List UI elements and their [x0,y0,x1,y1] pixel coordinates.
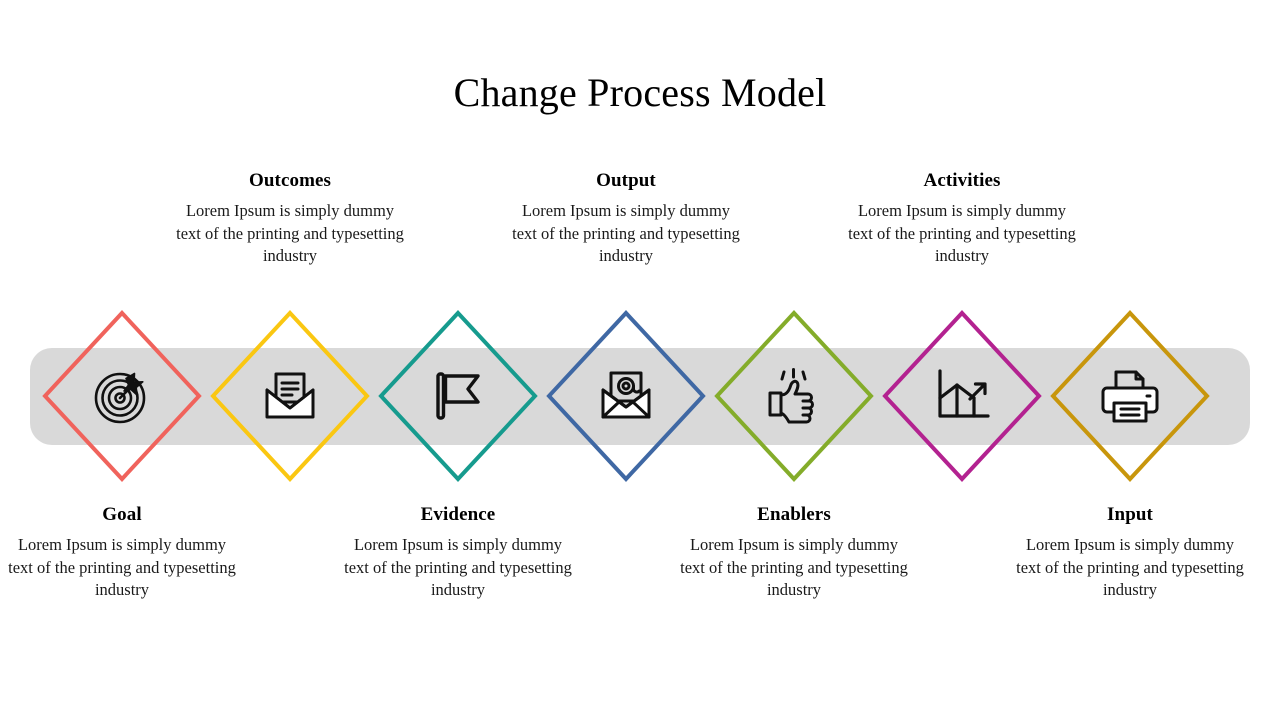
stage-label-output: Output [596,170,656,191]
stage-text-enablers: Enablers Lorem Ipsum is simply dummy tex… [679,504,909,602]
open-envelope-letter-icon [258,364,322,428]
stage-text-evidence: Evidence Lorem Ipsum is simply dummy tex… [343,504,573,602]
stage-label-activities: Activities [923,170,1001,191]
printer-icon [1098,364,1162,428]
flag-icon [426,364,490,428]
stage-body-input: Lorem Ipsum is simply dummy text of the … [1016,534,1244,600]
stage-label-outcomes: Outcomes [248,170,332,191]
stage-text-goal: Goal Lorem Ipsum is simply dummy text of… [7,504,237,602]
diamond-outline-layer [42,310,1210,482]
stage-body-output: Lorem Ipsum is simply dummy text of the … [512,200,740,266]
stage-label-input: Input [1107,504,1153,525]
stage-label-enablers: Enablers [757,504,831,525]
stage-label-goal: Goal [102,504,142,525]
stage-text-input: Input Lorem Ipsum is simply dummy text o… [1015,504,1245,602]
stage-text-output: Output Lorem Ipsum is simply dummy text … [511,170,741,268]
change-process-model-diagram: Goal Lorem Ipsum is simply dummy text of… [0,0,1280,720]
stage-body-enablers: Lorem Ipsum is simply dummy text of the … [680,534,908,600]
target-icon [90,364,154,428]
thumbs-up-icon [762,364,826,428]
email-envelope-at-icon [594,364,658,428]
stage-body-evidence: Lorem Ipsum is simply dummy text of the … [344,534,572,600]
stage-text-outcomes: Outcomes Lorem Ipsum is simply dummy tex… [175,170,405,268]
stage-text-activities: Activities Lorem Ipsum is simply dummy t… [847,170,1077,268]
stage-body-activities: Lorem Ipsum is simply dummy text of the … [848,200,1076,266]
growth-chart-icon [930,364,994,428]
stage-body-outcomes: Lorem Ipsum is simply dummy text of the … [176,200,404,266]
stage-body-goal: Lorem Ipsum is simply dummy text of the … [8,534,236,600]
stage-label-evidence: Evidence [420,504,496,525]
